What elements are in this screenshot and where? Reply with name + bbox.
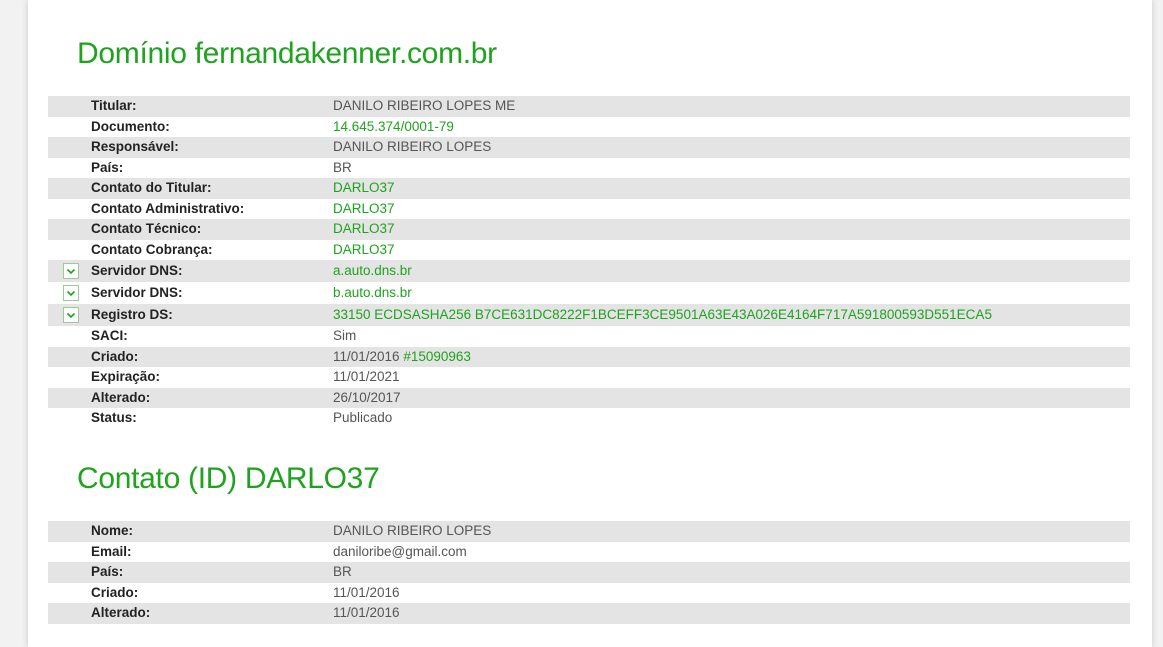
row-contact-pais: País: BR — [48, 562, 1130, 583]
label-contact-alterado: Alterado: — [91, 605, 151, 620]
label-status: Status: — [91, 410, 137, 425]
label-registro-ds: Registro DS: — [91, 307, 173, 322]
link-documento[interactable]: 14.645.374/0001-79 — [333, 117, 454, 138]
chevron-down-icon — [66, 290, 76, 297]
row-responsavel: Responsável: DANILO RIBEIRO LOPES — [48, 137, 1130, 158]
expand-ds-button[interactable] — [63, 307, 79, 323]
value-contact-alterado: 11/01/2016 — [333, 605, 400, 620]
domain-title: Domínio fernandakenner.com.br — [77, 37, 497, 70]
label-pais: País: — [91, 159, 124, 175]
row-email: Email: daniloribe@gmail.com — [48, 542, 1130, 563]
row-pais: País: BR — [48, 158, 1130, 179]
label-nome: Nome: — [91, 523, 134, 538]
label-saci: SACI: — [91, 328, 128, 343]
label-contact-criado: Criado: — [91, 584, 139, 600]
value-contact-criado: 11/01/2016 — [333, 584, 400, 600]
value-expiracao: 11/01/2021 — [333, 369, 400, 384]
row-contato-administrativo: Contato Administrativo: DARLO37 — [48, 199, 1130, 220]
value-criado: 11/01/2016 #15090963 — [333, 347, 471, 368]
row-contact-alterado: Alterado: 11/01/2016 — [48, 603, 1130, 624]
contact-title: Contato (ID) DARLO37 — [77, 462, 380, 495]
value-saci: Sim — [333, 328, 357, 343]
chevron-down-icon — [66, 312, 76, 319]
label-alterado: Alterado: — [91, 389, 151, 405]
value-pais: BR — [333, 159, 352, 175]
value-alterado: 26/10/2017 — [333, 389, 401, 405]
row-registro-ds: Registro DS: 33150 ECDSASHA256 B7CE631DC… — [48, 304, 1130, 326]
value-responsavel: DANILO RIBEIRO LOPES — [333, 139, 492, 154]
row-contato-cobranca: Contato Cobrança: DARLO37 — [48, 240, 1130, 261]
row-contact-criado: Criado: 11/01/2016 — [48, 583, 1130, 604]
row-nome: Nome: DANILO RIBEIRO LOPES — [48, 521, 1130, 542]
link-contato-titular[interactable]: DARLO37 — [333, 178, 395, 199]
link-contato-cobranca[interactable]: DARLO37 — [333, 240, 395, 261]
label-expiracao: Expiração: — [91, 369, 161, 384]
contact-info-table: Nome: DANILO RIBEIRO LOPES Email: danilo… — [48, 521, 1130, 624]
label-contato-cobranca: Contato Cobrança: — [91, 241, 213, 257]
value-nome: DANILO RIBEIRO LOPES — [333, 523, 492, 538]
label-criado: Criado: — [91, 348, 139, 364]
link-contato-tecnico[interactable]: DARLO37 — [333, 219, 395, 240]
value-contact-pais: BR — [333, 564, 352, 579]
link-contato-administrativo[interactable]: DARLO37 — [333, 199, 395, 220]
whois-card: Domínio fernandakenner.com.br Titular: D… — [28, 0, 1152, 647]
row-status: Status: Publicado — [48, 408, 1130, 429]
value-email: daniloribe@gmail.com — [333, 543, 467, 559]
ticket-link[interactable]: #15090963 — [403, 349, 471, 364]
expand-dns-2-button[interactable] — [63, 285, 79, 301]
row-documento: Documento: 14.645.374/0001-79 — [48, 117, 1130, 138]
label-contato-tecnico: Contato Técnico: — [91, 221, 202, 236]
label-contact-pais: País: — [91, 564, 124, 579]
row-titular: Titular: DANILO RIBEIRO LOPES ME — [48, 96, 1130, 117]
row-contato-tecnico: Contato Técnico: DARLO37 — [48, 219, 1130, 240]
row-saci: SACI: Sim — [48, 326, 1130, 347]
label-titular: Titular: — [91, 98, 137, 113]
label-email: Email: — [91, 543, 132, 559]
row-expiracao: Expiração: 11/01/2021 — [48, 367, 1130, 388]
row-servidor-dns-1: Servidor DNS: a.auto.dns.br — [48, 260, 1130, 282]
row-contato-titular: Contato do Titular: DARLO37 — [48, 178, 1130, 199]
link-servidor-dns-2[interactable]: b.auto.dns.br — [333, 282, 412, 304]
link-servidor-dns-1[interactable]: a.auto.dns.br — [333, 260, 412, 282]
value-titular: DANILO RIBEIRO LOPES ME — [333, 98, 516, 113]
link-registro-ds[interactable]: 33150 ECDSASHA256 B7CE631DC8222F1BCEFF3C… — [333, 304, 992, 326]
row-criado: Criado: 11/01/2016 #15090963 — [48, 346, 1130, 368]
value-criado-date: 11/01/2016 — [333, 348, 400, 364]
chevron-down-icon — [66, 268, 76, 275]
row-alterado: Alterado: 26/10/2017 — [48, 387, 1130, 408]
label-servidor-dns-2: Servidor DNS: — [91, 285, 183, 300]
label-responsavel: Responsável: — [91, 139, 179, 154]
row-servidor-dns-2: Servidor DNS: b.auto.dns.br — [48, 282, 1130, 304]
domain-info-table: Titular: DANILO RIBEIRO LOPES ME Documen… — [48, 96, 1130, 429]
label-documento: Documento: — [91, 118, 170, 134]
label-contato-administrativo: Contato Administrativo: — [91, 200, 245, 216]
value-status: Publicado — [333, 410, 393, 425]
label-servidor-dns-1: Servidor DNS: — [91, 263, 183, 278]
expand-dns-1-button[interactable] — [63, 263, 79, 279]
label-contato-titular: Contato do Titular: — [91, 180, 212, 195]
